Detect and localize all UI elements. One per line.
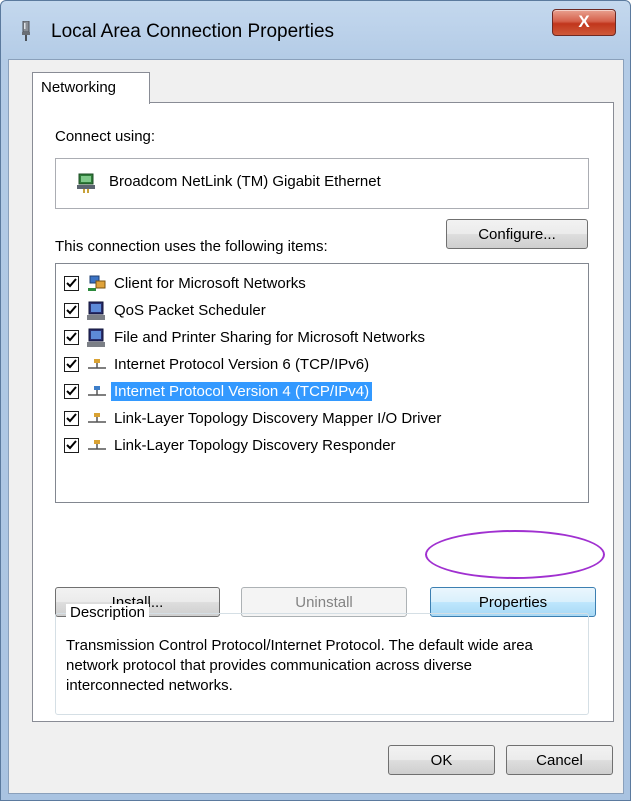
tab-networking[interactable]: Networking [32,72,150,104]
adapter-field: Broadcom NetLink (TM) Gigabit Ethernet [55,158,589,209]
item-label: Link-Layer Topology Discovery Mapper I/O… [114,410,442,427]
list-item-ipv4[interactable]: Internet Protocol Version 4 (TCP/IPv4) [64,380,584,406]
title-bar[interactable]: Local Area Connection Properties X [1,1,630,57]
item-label: QoS Packet Scheduler [114,302,266,319]
close-button[interactable]: X [552,9,616,36]
network-connection-icon [22,21,30,41]
connection-items-list[interactable]: Client for Microsoft Networks QoS Packet… [55,263,589,503]
description-group: Description Transmission Control Protoco… [55,604,589,715]
item-label: Internet Protocol Version 6 (TCP/IPv6) [114,356,370,373]
checkbox[interactable] [64,411,79,426]
list-item-client-networks[interactable]: Client for Microsoft Networks [64,272,584,298]
list-item-file-printer-sharing[interactable]: File and Printer Sharing for Microsoft N… [64,326,584,352]
list-item-lltd-responder[interactable]: Link-Layer Topology Discovery Responder [64,434,584,460]
checkbox[interactable] [64,276,79,291]
cancel-button[interactable]: Cancel [506,745,613,775]
tab-networking-label: Networking [41,79,117,96]
checkbox[interactable] [64,303,79,318]
protocol-icon [88,386,106,396]
protocol-icon [88,359,106,369]
item-label: File and Printer Sharing for Microsoft N… [114,329,425,346]
checkbox[interactable] [64,438,79,453]
item-label-selected: Internet Protocol Version 4 (TCP/IPv4) [111,382,373,401]
checkbox[interactable] [64,330,79,345]
checkbox[interactable] [64,384,79,399]
items-header: This connection uses the following items… [55,238,328,255]
description-legend: Description [66,604,150,621]
ok-button[interactable]: OK [388,745,495,775]
dialog-window: Local Area Connection Properties X Netwo… [0,0,631,801]
connect-using-label: Connect using: [55,128,156,145]
network-client-icon [88,275,106,291]
service-icon [87,301,105,320]
list-item-qos[interactable]: QoS Packet Scheduler [64,299,584,325]
configure-button[interactable]: Configure... [446,219,588,249]
list-item-ipv6[interactable]: Internet Protocol Version 6 (TCP/IPv6) [64,353,584,379]
window-title: Local Area Connection Properties [51,21,335,42]
dialog-content: Networking Connect using: Broadcom NetLi… [8,59,624,794]
item-label: Link-Layer Topology Discovery Responder [114,437,396,454]
adapter-name: Broadcom NetLink (TM) Gigabit Ethernet [109,173,381,190]
checkbox[interactable] [64,357,79,372]
network-adapter-icon [77,173,95,193]
list-item-lltd-mapper[interactable]: Link-Layer Topology Discovery Mapper I/O… [64,407,584,433]
item-label: Client for Microsoft Networks [114,275,306,292]
protocol-icon [88,440,106,450]
protocol-icon [88,413,106,423]
description-text: Transmission Control Protocol/Internet P… [66,637,533,694]
service-icon [87,328,105,347]
networking-panel: Connect using: Broadcom NetLink (TM) Gig… [32,102,614,722]
